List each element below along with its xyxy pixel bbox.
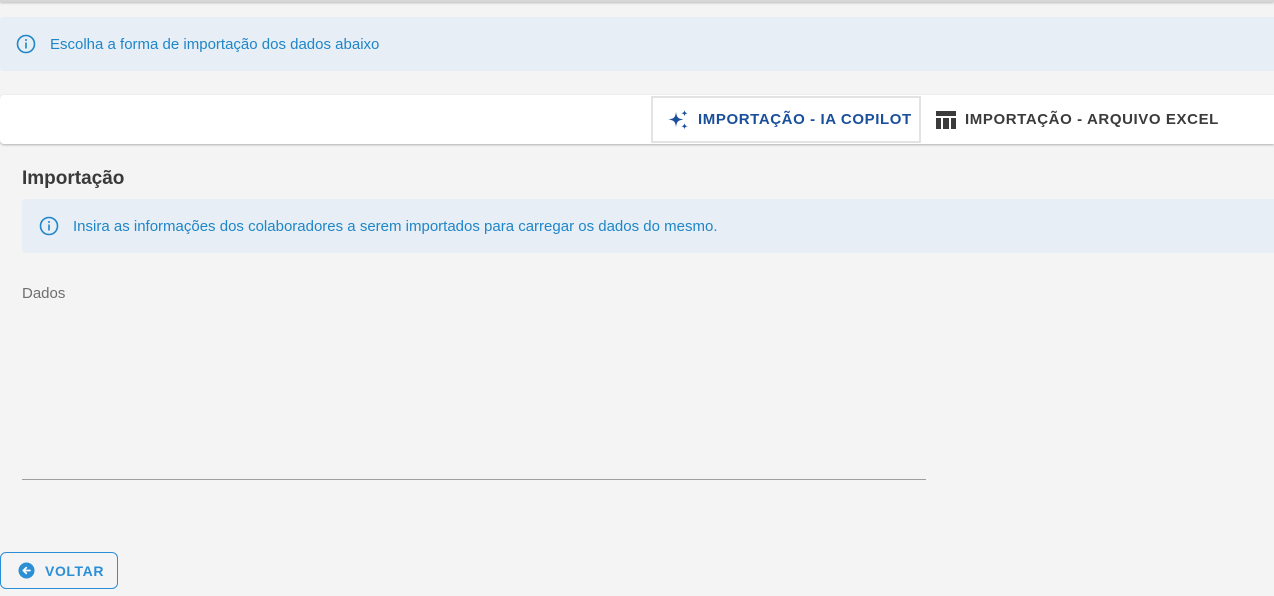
tab-arquivo-excel[interactable]: IMPORTAÇÃO - ARQUIVO EXCEL: [934, 96, 1234, 143]
import-instructions-banner: Insira as informações dos colaboradores …: [22, 199, 1274, 253]
dados-textarea[interactable]: [22, 305, 926, 480]
import-tabs: IMPORTAÇÃO - IA COPILOT IMPORTAÇÃO - ARQ…: [0, 95, 1274, 144]
tab-ia-copilot-label: IMPORTAÇÃO - IA COPILOT: [698, 111, 912, 128]
sparkle-icon: [666, 108, 690, 132]
back-button-label: VOLTAR: [45, 562, 105, 579]
back-button[interactable]: VOLTAR: [0, 552, 118, 589]
tab-arquivo-excel-label: IMPORTAÇÃO - ARQUIVO EXCEL: [965, 111, 1219, 128]
import-method-info-text: Escolha a forma de importação dos dados …: [50, 35, 380, 53]
tab-ia-copilot[interactable]: IMPORTAÇÃO - IA COPILOT: [651, 96, 921, 143]
dados-field-label: Dados: [22, 285, 66, 302]
section-title: Importação: [22, 168, 125, 189]
info-icon: [39, 216, 59, 236]
info-icon: [16, 34, 36, 54]
import-instructions-text: Insira as informações dos colaboradores …: [73, 217, 718, 235]
arrow-left-circle-icon: [18, 562, 35, 579]
top-divider: [0, 0, 1274, 2]
table-icon: [935, 110, 957, 130]
import-method-info-banner: Escolha a forma de importação dos dados …: [0, 17, 1274, 71]
